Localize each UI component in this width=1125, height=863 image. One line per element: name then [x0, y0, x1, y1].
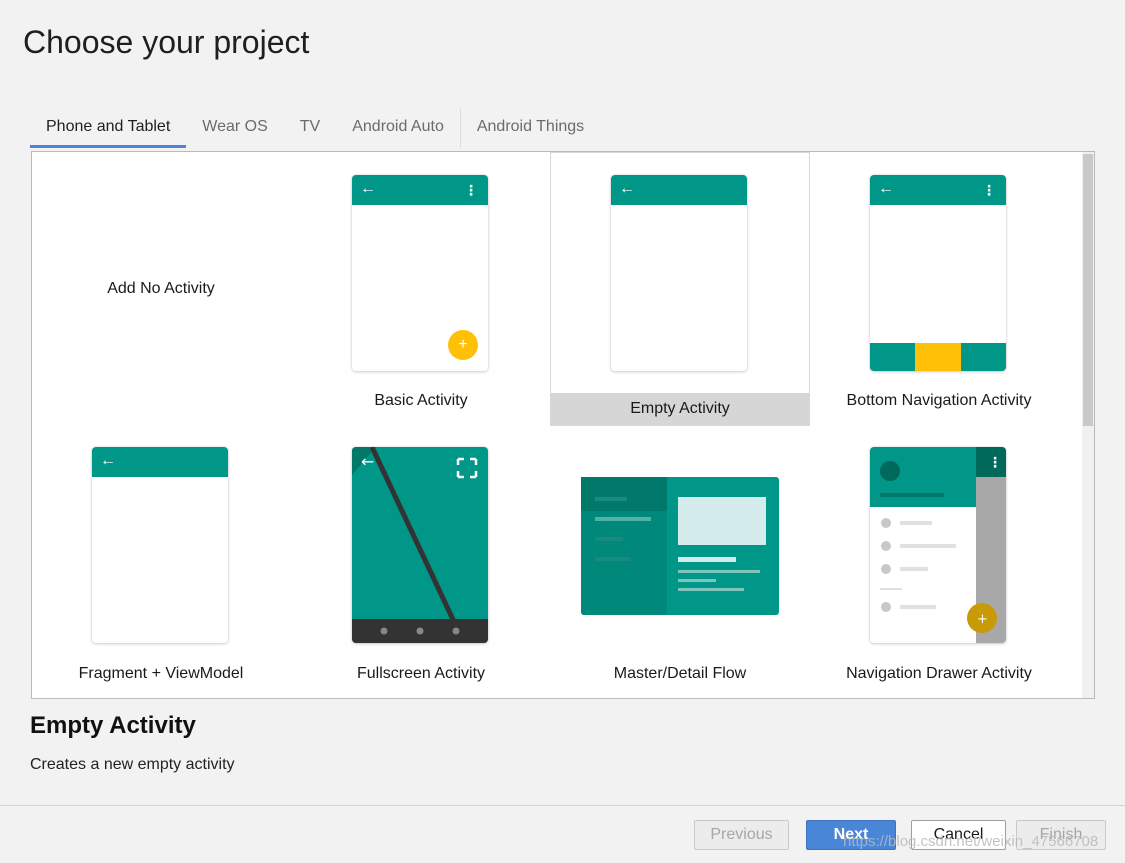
selected-template-title: Empty Activity — [30, 712, 196, 739]
bottom-navigation-bar — [870, 343, 1006, 371]
page-title: Choose your project — [23, 24, 310, 60]
svg-text:+: + — [977, 612, 988, 627]
template-gallery: Add No Activity ← ⋮ + Basic Activity ← E… — [31, 151, 1095, 699]
back-arrow-icon: ← — [360, 180, 376, 197]
svg-text:←: ← — [361, 452, 374, 471]
tab-phone-and-tablet[interactable]: Phone and Tablet — [30, 108, 187, 148]
template-details: Empty Activity Creates a new empty activ… — [30, 712, 235, 774]
scrollbar-thumb[interactable] — [1083, 154, 1093, 426]
template-card-fragment-viewmodel[interactable]: ← Fragment + ViewModel — [32, 425, 290, 697]
template-label: Navigation Drawer Activity — [846, 665, 1032, 682]
template-card-master-detail-flow[interactable]: Master/Detail Flow — [551, 425, 809, 697]
more-vert-icon: ⋮ — [464, 182, 478, 198]
tab-tv[interactable]: TV — [284, 108, 336, 146]
template-card-empty-activity[interactable]: ← Empty Activity — [550, 152, 810, 426]
back-arrow-icon: ← — [878, 180, 894, 197]
footer-divider — [0, 805, 1125, 806]
tab-android-auto[interactable]: Android Auto — [336, 108, 460, 146]
template-label: Fullscreen Activity — [356, 665, 486, 682]
watermark-text: https://blog.csdn.net/weixin_47566708 — [843, 833, 1099, 850]
template-preview: ← — [611, 175, 747, 371]
template-preview: ← ⋮ — [870, 175, 1006, 371]
template-card-fullscreen-activity[interactable]: ← Fullscreen Activity — [292, 425, 550, 697]
template-card-add-no-activity[interactable]: Add No Activity — [32, 152, 290, 424]
navigation-drawer-preview-graphic: ⋮ + — [870, 447, 1006, 643]
fab-add-icon: + — [448, 330, 478, 360]
template-label: Basic Activity — [374, 392, 468, 409]
back-arrow-icon: ← — [619, 180, 635, 197]
previous-button[interactable]: Previous — [694, 820, 789, 850]
template-label: Add No Activity — [107, 280, 215, 297]
template-preview: ⋮ + — [870, 447, 1006, 643]
template-card-bottom-navigation-activity[interactable]: ← ⋮ Bottom Navigation Activity — [810, 152, 1068, 424]
template-label: Bottom Navigation Activity — [846, 392, 1032, 409]
template-label: Empty Activity — [551, 393, 809, 425]
more-vert-icon: ⋮ — [982, 182, 996, 198]
master-detail-preview-graphic — [581, 477, 779, 615]
selected-template-description: Creates a new empty activity — [30, 756, 235, 773]
app-bar: ← ⋮ — [870, 175, 1006, 205]
form-factor-tabs: Phone and Tablet Wear OS TV Android Auto… — [30, 108, 600, 148]
template-preview: ← — [352, 447, 488, 643]
svg-text:⋮: ⋮ — [988, 455, 1002, 471]
template-preview: ← ⋮ + — [352, 175, 488, 371]
app-bar: ← ⋮ — [352, 175, 488, 205]
template-label: Master/Detail Flow — [613, 665, 747, 682]
gallery-scrollbar[interactable] — [1082, 152, 1094, 698]
tab-android-things[interactable]: Android Things — [461, 108, 600, 146]
fullscreen-preview-graphic: ← — [352, 447, 488, 643]
template-card-navigation-drawer-activity[interactable]: ⋮ + Navigation Drawer Activity — [810, 425, 1068, 697]
template-preview: ← — [92, 447, 228, 643]
template-card-basic-activity[interactable]: ← ⋮ + Basic Activity — [292, 152, 550, 424]
back-arrow-icon: ← — [100, 452, 116, 469]
tab-wear-os[interactable]: Wear OS — [186, 108, 284, 146]
template-label: Fragment + ViewModel — [78, 665, 244, 682]
app-bar: ← — [611, 175, 747, 205]
app-bar: ← — [92, 447, 228, 477]
